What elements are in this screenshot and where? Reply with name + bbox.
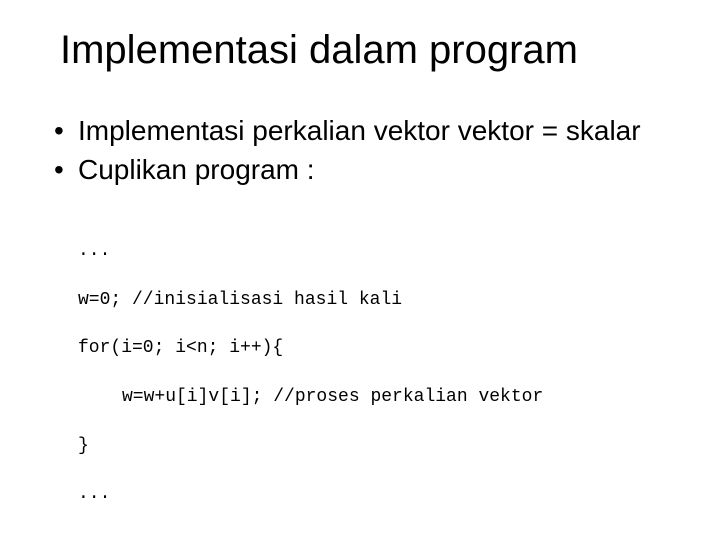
code-line: ... [78, 239, 670, 263]
slide-title: Implementasi dalam program [60, 28, 670, 73]
code-line: w=w+u[i]v[i]; //proses perkalian vektor [78, 385, 670, 409]
bullet-list: Implementasi perkalian vektor vektor = s… [50, 113, 670, 187]
code-line: } [78, 434, 670, 458]
bullet-item: Implementasi perkalian vektor vektor = s… [50, 113, 670, 148]
code-snippet: ... w=0; //inisialisasi hasil kali for(i… [78, 215, 670, 531]
bullet-item: Cuplikan program : [50, 152, 670, 187]
code-line: ... [78, 482, 670, 506]
code-line: w=0; //inisialisasi hasil kali [78, 288, 670, 312]
code-line: for(i=0; i<n; i++){ [78, 336, 670, 360]
